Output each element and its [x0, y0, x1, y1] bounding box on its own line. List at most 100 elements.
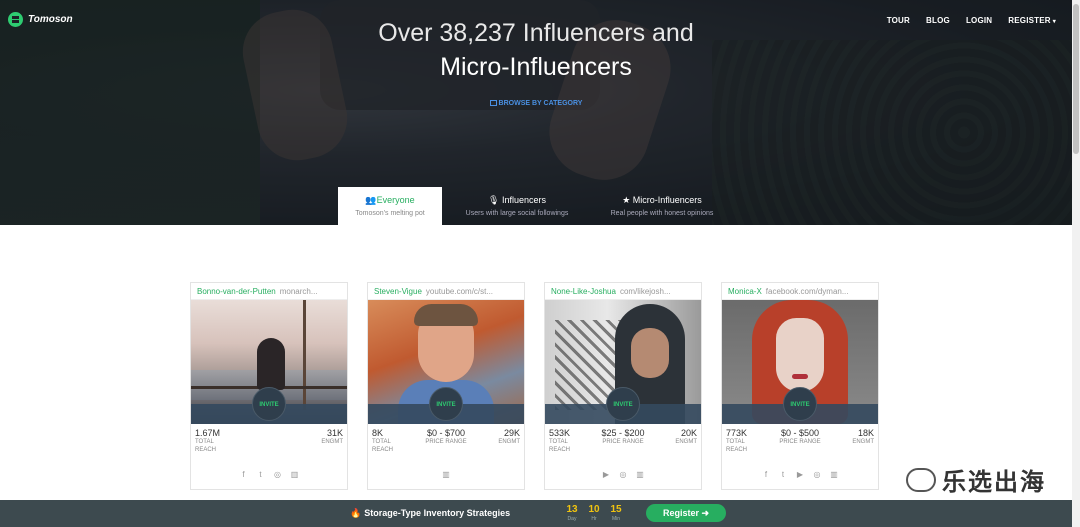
influencer-card[interactable]: None-Like-Joshua com/likejosh... INVITE 5…	[544, 282, 702, 490]
countdown-hours: 10 Hr	[585, 504, 603, 522]
card-stats: 533K TOTAL REACH $25 - $200 PRICE RANGE …	[545, 424, 701, 460]
countdown-unit: Hr	[591, 516, 597, 522]
browse-by-category-link[interactable]: BROWSE BY CATEGORY	[0, 100, 1072, 107]
facebook-icon[interactable]: f	[239, 470, 249, 479]
instagram-icon[interactable]: ◎	[812, 470, 822, 479]
tab-micro-influencers[interactable]: ★ Micro-Influencers Real people with hon…	[592, 187, 732, 225]
influencer-handle: com/likejosh...	[619, 287, 671, 296]
twitter-icon[interactable]: t	[256, 470, 266, 479]
engagement-stat: 18K ENGMT	[852, 428, 874, 446]
photo-person	[257, 338, 285, 390]
countdown-unit: Min	[611, 516, 621, 522]
instagram-icon[interactable]: ◎	[618, 470, 628, 479]
wechat-icon	[906, 467, 936, 492]
influencer-card[interactable]: Monica-X facebook.com/dyman... INVITE 773…	[721, 282, 879, 490]
youtube-icon[interactable]: ▶	[795, 470, 805, 479]
hero-title-line1: Over 38,237 Influencers and	[378, 19, 694, 47]
influencer-name[interactable]: Steven-Vigue	[374, 287, 422, 296]
analytics-icon[interactable]: ▥	[290, 470, 300, 479]
reach-label-1: TOTAL	[195, 439, 214, 445]
reach-stat: 773K TOTAL REACH	[726, 428, 747, 454]
engagement-label: ENGMT	[852, 439, 874, 445]
watermark: 乐选出海	[906, 462, 1046, 497]
promo-bar: 🔥 Storage-Type Inventory Strategies 13 Da…	[0, 500, 1072, 527]
reach-label-2: REACH	[726, 447, 748, 453]
influencer-name[interactable]: None-Like-Joshua	[551, 287, 616, 296]
countdown-value: 15	[610, 504, 622, 515]
price-label: PRICE RANGE	[425, 439, 467, 445]
tab-subtitle: Users with large social followings	[465, 210, 569, 217]
card-header: None-Like-Joshua com/likejosh...	[545, 283, 701, 300]
tab-label: Micro-Influencers	[632, 195, 702, 205]
hero-title-line2: Micro-Influencers	[440, 53, 632, 81]
tab-everyone[interactable]: 👥Everyone Tomoson's melting pot	[338, 187, 442, 225]
engagement-label: ENGMT	[498, 439, 520, 445]
card-header: Steven-Vigue youtube.com/c/st...	[368, 283, 524, 300]
reach-stat: 533K TOTAL REACH	[549, 428, 570, 454]
engagement-value: 20K	[680, 428, 697, 438]
invite-button[interactable]: INVITE	[783, 387, 817, 421]
browse-label: BROWSE BY CATEGORY	[498, 100, 583, 107]
grid-icon	[489, 100, 497, 106]
influencer-photo[interactable]: INVITE	[545, 300, 701, 424]
engagement-value: 29K	[503, 428, 520, 438]
countdown-value: 10	[588, 504, 600, 515]
invite-button[interactable]: INVITE	[252, 387, 286, 421]
influencer-handle: youtube.com/c/st...	[425, 287, 494, 296]
influencer-name[interactable]: Monica-X	[728, 287, 762, 296]
photo-lips	[792, 374, 808, 379]
invite-button[interactable]: INVITE	[429, 387, 463, 421]
influencer-photo[interactable]: INVITE	[368, 300, 524, 424]
price-value: $0 - $500	[780, 428, 820, 438]
engagement-label: ENGMT	[321, 439, 343, 445]
tab-label: Everyone	[376, 195, 415, 205]
price-value: $0 - $700	[426, 428, 466, 438]
photo-face	[776, 318, 824, 392]
influencer-photo[interactable]: INVITE	[722, 300, 878, 424]
reach-stat: 8K TOTAL REACH	[372, 428, 393, 454]
price-label: PRICE RANGE	[602, 439, 644, 445]
twitter-icon[interactable]: t	[778, 470, 788, 479]
tab-label: Influencers	[501, 195, 546, 205]
tab-influencers[interactable]: 🎙 Influencers Users with large social fo…	[442, 187, 592, 225]
influencer-photo[interactable]: INVITE	[191, 300, 347, 424]
register-button[interactable]: Register ➜	[646, 504, 726, 522]
countdown-unit: Day	[567, 516, 577, 522]
card-header: Monica-X facebook.com/dyman...	[722, 283, 878, 300]
watermark-text: 乐选出海	[942, 468, 1046, 496]
reach-value: 1.67M	[195, 428, 221, 438]
analytics-icon[interactable]: ▥	[441, 470, 451, 479]
influencer-card[interactable]: Steven-Vigue youtube.com/c/st... INVITE 8…	[367, 282, 525, 490]
microphone-icon: 🎙	[488, 195, 500, 205]
page-scrollbar[interactable]	[1072, 0, 1080, 527]
analytics-icon[interactable]: ▥	[829, 470, 839, 479]
instagram-icon[interactable]: ◎	[273, 470, 283, 479]
engagement-label: ENGMT	[675, 439, 697, 445]
scrollbar-thumb[interactable]	[1073, 4, 1079, 154]
influencer-name[interactable]: Bonno-van-der-Putten	[197, 287, 276, 296]
reach-label-1: TOTAL	[549, 439, 568, 445]
influencer-card[interactable]: Bonno-van-der-Putten monarch... INVITE 1.…	[190, 282, 348, 490]
card-header: Bonno-van-der-Putten monarch...	[191, 283, 347, 300]
price-label: PRICE RANGE	[779, 439, 821, 445]
promo-title-text: Storage-Type Inventory Strategies	[364, 508, 511, 518]
tab-subtitle: Real people with honest opinions	[610, 210, 714, 217]
engagement-stat: 20K ENGMT	[675, 428, 697, 446]
reach-label-2: REACH	[372, 447, 394, 453]
card-stats: 773K TOTAL REACH $0 - $500 PRICE RANGE 1…	[722, 424, 878, 460]
social-links: ▥	[368, 470, 524, 479]
card-stats: 1.67M TOTAL REACH 31K ENGMT	[191, 424, 347, 460]
price-stat: $25 - $200 PRICE RANGE	[595, 428, 651, 446]
influencer-handle: facebook.com/dyman...	[765, 287, 849, 296]
countdown-value: 13	[566, 504, 578, 515]
tab-subtitle: Tomoson's melting pot	[355, 210, 425, 217]
analytics-icon[interactable]: ▥	[635, 470, 645, 479]
facebook-icon[interactable]: f	[761, 470, 771, 479]
youtube-icon[interactable]: ▶	[601, 470, 611, 479]
reach-value: 533K	[549, 428, 571, 438]
reach-value: 773K	[726, 428, 748, 438]
social-links: f t ◎ ▥	[191, 470, 347, 479]
invite-button[interactable]: INVITE	[606, 387, 640, 421]
star-icon: ★	[622, 195, 631, 205]
social-links: f t ▶ ◎ ▥	[722, 470, 878, 479]
